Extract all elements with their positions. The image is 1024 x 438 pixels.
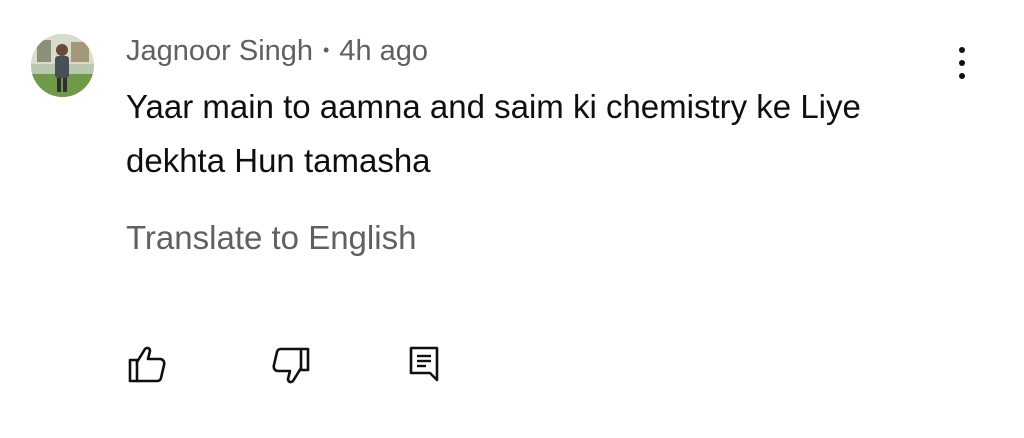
comment-timestamp[interactable]: 4h ago (339, 35, 428, 67)
more-vert-icon (959, 47, 965, 53)
dislike-button[interactable] (266, 340, 316, 390)
meta-separator: • (323, 40, 330, 60)
more-vert-icon-dot (959, 73, 965, 79)
more-vert-icon-dot (959, 60, 965, 66)
comment-text: Yaar main to aamna and saim ki chemistry… (126, 88, 861, 179)
comment-actions (0, 340, 1024, 390)
like-button[interactable] (122, 340, 172, 390)
reply-button[interactable] (400, 340, 450, 390)
comment-meta: Jagnoor Singh • 4h ago (126, 32, 428, 69)
author-name[interactable]: Jagnoor Singh (126, 35, 313, 67)
comment-card: Jagnoor Singh • 4h ago Yaar main to aamna … (0, 0, 1024, 438)
translate-button[interactable]: Translate to English (126, 218, 416, 258)
thumbs-up-icon (128, 346, 166, 383)
avatar[interactable] (31, 34, 94, 97)
reply-comment-icon (409, 346, 439, 382)
avatar-photo (31, 34, 94, 97)
thumbs-down-icon (272, 347, 310, 384)
